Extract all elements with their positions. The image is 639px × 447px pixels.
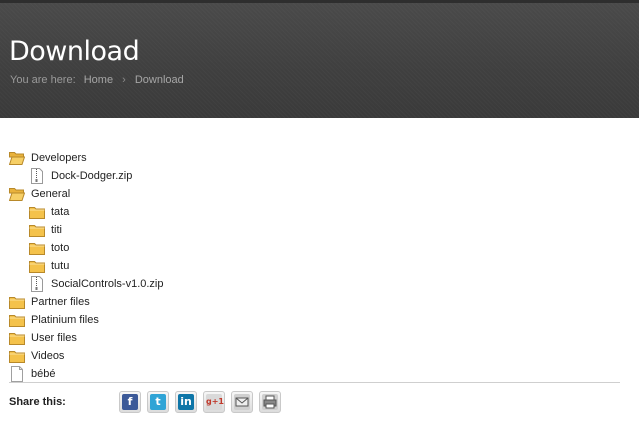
folder-open-icon — [8, 187, 26, 201]
breadcrumb: You are here: Home › Download — [10, 74, 184, 86]
folder-item[interactable]: User files — [0, 329, 639, 347]
breadcrumb-current: Download — [134, 74, 184, 86]
linkedin-icon: in — [178, 394, 194, 410]
item-label[interactable]: Videos — [31, 347, 64, 365]
item-label[interactable]: Partner files — [31, 293, 90, 311]
google-plus-share-button[interactable]: g+1 — [203, 391, 225, 413]
folder-item[interactable]: titi — [0, 221, 639, 239]
google-plus-icon: g+1 — [206, 394, 224, 410]
zip-file-icon — [29, 276, 45, 292]
facebook-share-button[interactable]: f — [119, 391, 141, 413]
share-label: Share this: — [9, 396, 66, 408]
breadcrumb-separator: › — [122, 74, 126, 86]
item-label[interactable]: titi — [51, 221, 62, 239]
folder-icon — [9, 313, 25, 327]
folder-icon — [9, 331, 25, 345]
page-header: Download You are here: Home › Download — [0, 0, 639, 118]
page-title: Download — [9, 36, 140, 67]
divider — [9, 382, 620, 383]
folder-icon — [29, 241, 45, 255]
item-label[interactable]: tata — [51, 203, 69, 221]
print-icon — [262, 394, 278, 410]
folder-icon — [9, 349, 25, 363]
item-label[interactable]: Dock-Dodger.zip — [51, 167, 132, 185]
twitter-share-button[interactable]: t — [147, 391, 169, 413]
folder-open-icon — [8, 151, 26, 165]
item-label[interactable]: General — [31, 185, 70, 203]
item-label[interactable]: bébé — [31, 365, 55, 383]
file-tree: Developers Dock-Dodger.zip General tata titi… — [0, 149, 639, 383]
file-item[interactable]: Dock-Dodger.zip — [0, 167, 639, 185]
folder-item[interactable]: Videos — [0, 347, 639, 365]
item-label[interactable]: SocialControls-v1.0.zip — [51, 275, 164, 293]
zip-file-icon — [29, 168, 45, 184]
folder-item[interactable]: tutu — [0, 257, 639, 275]
item-label[interactable]: Developers — [31, 149, 87, 167]
breadcrumb-home-link[interactable]: Home — [84, 74, 113, 86]
folder-item[interactable]: General — [0, 185, 639, 203]
file-icon — [9, 366, 25, 382]
item-label[interactable]: toto — [51, 239, 69, 257]
item-label[interactable]: tutu — [51, 257, 69, 275]
folder-item[interactable]: Partner files — [0, 293, 639, 311]
folder-item[interactable]: toto — [0, 239, 639, 257]
folder-item[interactable]: Platinium files — [0, 311, 639, 329]
folder-item[interactable]: Developers — [0, 149, 639, 167]
item-label[interactable]: User files — [31, 329, 77, 347]
file-item[interactable]: SocialControls-v1.0.zip — [0, 275, 639, 293]
facebook-icon: f — [122, 394, 138, 410]
print-share-button[interactable] — [259, 391, 281, 413]
folder-icon — [29, 223, 45, 237]
email-share-button[interactable] — [231, 391, 253, 413]
email-icon — [234, 394, 250, 410]
linkedin-share-button[interactable]: in — [175, 391, 197, 413]
file-item[interactable]: bébé — [0, 365, 639, 383]
folder-icon — [29, 259, 45, 273]
folder-icon — [9, 295, 25, 309]
item-label[interactable]: Platinium files — [31, 311, 99, 329]
folder-item[interactable]: tata — [0, 203, 639, 221]
folder-icon — [29, 205, 45, 219]
twitter-icon: t — [150, 394, 166, 410]
breadcrumb-prefix: You are here: — [10, 74, 76, 86]
